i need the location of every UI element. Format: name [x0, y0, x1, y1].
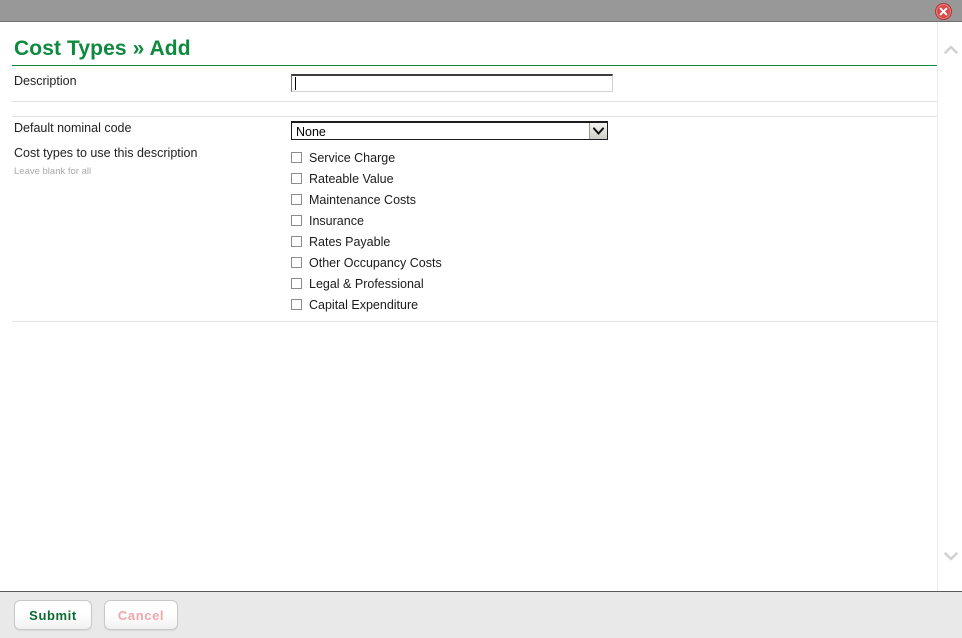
cost-type-label: Rateable Value	[309, 171, 394, 186]
chevron-down-icon[interactable]	[589, 123, 607, 139]
cost-type-option[interactable]: Other Occupancy Costs	[291, 252, 937, 273]
row-nominal-code: Default nominal code None	[12, 117, 937, 141]
dialog-footer: Submit Cancel	[0, 591, 962, 638]
description-input[interactable]	[291, 74, 613, 92]
dialog-window: Cost Types » Add Description Default nom…	[0, 0, 962, 638]
cost-types-hint: Leave blank for all	[14, 166, 92, 177]
close-icon	[939, 7, 948, 16]
checkbox-icon[interactable]	[291, 194, 302, 205]
nominal-code-label: Default nominal code	[14, 121, 132, 135]
cost-type-option[interactable]: Maintenance Costs	[291, 189, 937, 210]
checkbox-icon[interactable]	[291, 236, 302, 247]
row-cost-types: Cost types to use this description Leave…	[12, 141, 937, 322]
description-input-wrap	[291, 74, 613, 93]
cost-type-option[interactable]: Insurance	[291, 210, 937, 231]
checkbox-icon[interactable]	[291, 152, 302, 163]
page-title: Cost Types » Add	[14, 37, 191, 60]
cost-type-label: Other Occupancy Costs	[309, 255, 442, 270]
cost-type-label: Maintenance Costs	[309, 192, 417, 207]
scroll-up-button[interactable]	[943, 42, 959, 56]
cost-type-label: Insurance	[309, 213, 364, 228]
close-button[interactable]	[935, 3, 952, 20]
description-field-cell	[291, 74, 937, 93]
checkbox-icon[interactable]	[291, 299, 302, 310]
window-titlebar	[0, 0, 962, 22]
cancel-button[interactable]: Cancel	[104, 600, 178, 630]
cost-type-option[interactable]: Legal & Professional	[291, 273, 937, 294]
cost-type-option[interactable]: Rateable Value	[291, 168, 937, 189]
cost-type-label: Rates Payable	[309, 234, 391, 249]
cost-types-label: Cost types to use this description	[14, 146, 198, 160]
text-caret	[295, 77, 296, 90]
nominal-code-field-cell: None	[291, 121, 937, 140]
checkbox-icon[interactable]	[291, 215, 302, 226]
cost-type-label: Legal & Professional	[309, 276, 424, 291]
checkbox-icon[interactable]	[291, 173, 302, 184]
row-spacer	[12, 102, 937, 117]
cost-type-option[interactable]: Rates Payable	[291, 231, 937, 252]
checkbox-icon[interactable]	[291, 257, 302, 268]
submit-button[interactable]: Submit	[14, 600, 92, 630]
cost-type-label: Capital Expenditure	[309, 297, 419, 312]
nominal-code-select[interactable]: None	[291, 121, 608, 140]
cost-type-option[interactable]: Service Charge	[291, 147, 937, 168]
cost-type-option[interactable]: Capital Expenditure	[291, 294, 937, 315]
cost-types-checkbox-list: Service Charge Rateable Value Maintenance …	[291, 146, 937, 315]
cost-types-label-cell: Cost types to use this description Leave…	[12, 146, 291, 177]
dialog-body: Cost Types » Add Description Default nom…	[0, 23, 962, 591]
cost-type-label: Service Charge	[309, 150, 396, 165]
vertical-scrollbar[interactable]	[937, 23, 962, 591]
checkbox-icon[interactable]	[291, 278, 302, 289]
chevron-up-icon	[944, 45, 958, 54]
description-label: Description	[14, 74, 77, 88]
cost-types-field-cell: Service Charge Rateable Value Maintenance …	[291, 146, 937, 315]
scroll-down-button[interactable]	[943, 549, 959, 563]
row-description: Description	[12, 66, 937, 102]
nominal-code-selected-value: None	[296, 125, 326, 139]
chevron-down-icon	[944, 551, 958, 561]
form-container: Cost Types » Add Description Default nom…	[12, 23, 937, 322]
